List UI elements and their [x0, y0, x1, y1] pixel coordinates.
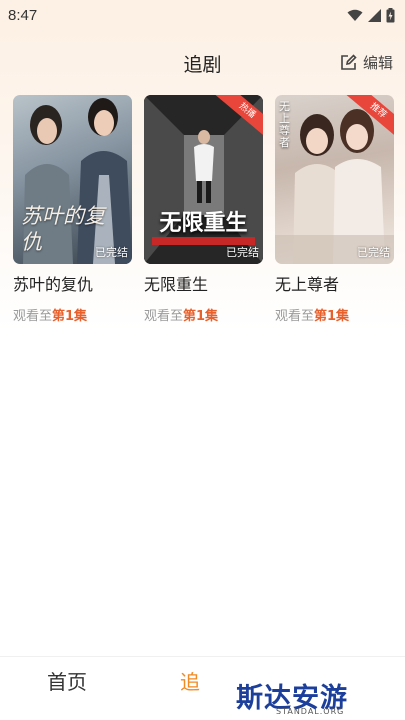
nav-tab-home[interactable]: 首页	[47, 666, 87, 695]
cover-title: 无上尊者	[279, 100, 290, 149]
site-watermark: 斯达安游网 STANDAL.ORG	[232, 676, 374, 720]
status-badge: 已完结	[95, 246, 128, 259]
drama-title: 无限重生	[144, 275, 209, 294]
edit-label: 编辑	[362, 54, 393, 72]
drama-title: 苏叶的复仇	[13, 275, 94, 294]
drama-title: 无上尊者	[275, 275, 340, 294]
drama-cover: 苏叶的复仇 已完结	[13, 95, 132, 264]
progress-prefix: 观看至	[144, 309, 184, 324]
drama-card[interactable]: 热播 无限重生 已完结 无限重生 观看至第1集	[144, 95, 263, 324]
progress-episode: 第1集	[183, 309, 219, 324]
signal-icon	[368, 8, 381, 22]
wifi-icon	[347, 9, 363, 21]
status-badge: 已完结	[357, 246, 390, 259]
drama-cover: 热播 无限重生 已完结	[144, 95, 263, 264]
drama-cover: 推荐 无上尊者 已完结	[275, 95, 394, 264]
status-bar: 8:47	[0, 0, 405, 30]
watch-progress: 观看至第1集	[13, 305, 132, 324]
battery-icon	[386, 7, 395, 22]
progress-episode: 第1集	[314, 309, 350, 324]
edit-icon	[341, 54, 357, 70]
header: 追剧 编辑	[0, 44, 405, 80]
watermark-subtext: STANDAL.ORG	[276, 707, 345, 716]
progress-prefix: 观看至	[13, 309, 53, 324]
edit-button[interactable]: 编辑	[340, 52, 393, 73]
status-time: 8:47	[8, 6, 38, 24]
cover-title: 无限重生	[159, 211, 248, 236]
progress-prefix: 观看至	[275, 309, 315, 324]
status-icons	[347, 7, 395, 23]
drama-card[interactable]: 推荐 无上尊者 已完结 无上尊者 观看至第1集	[275, 95, 394, 324]
watch-progress: 观看至第1集	[275, 305, 394, 324]
drama-card[interactable]: 苏叶的复仇 已完结 苏叶的复仇 观看至第1集	[13, 95, 132, 324]
status-badge: 已完结	[226, 246, 259, 259]
nav-tab-follow[interactable]: 追	[180, 666, 200, 695]
drama-grid: 苏叶的复仇 已完结 苏叶的复仇 观看至第1集 热播 无限重生 已完结 无限重生 …	[13, 95, 394, 324]
progress-episode: 第1集	[52, 309, 88, 324]
watch-progress: 观看至第1集	[144, 305, 263, 324]
